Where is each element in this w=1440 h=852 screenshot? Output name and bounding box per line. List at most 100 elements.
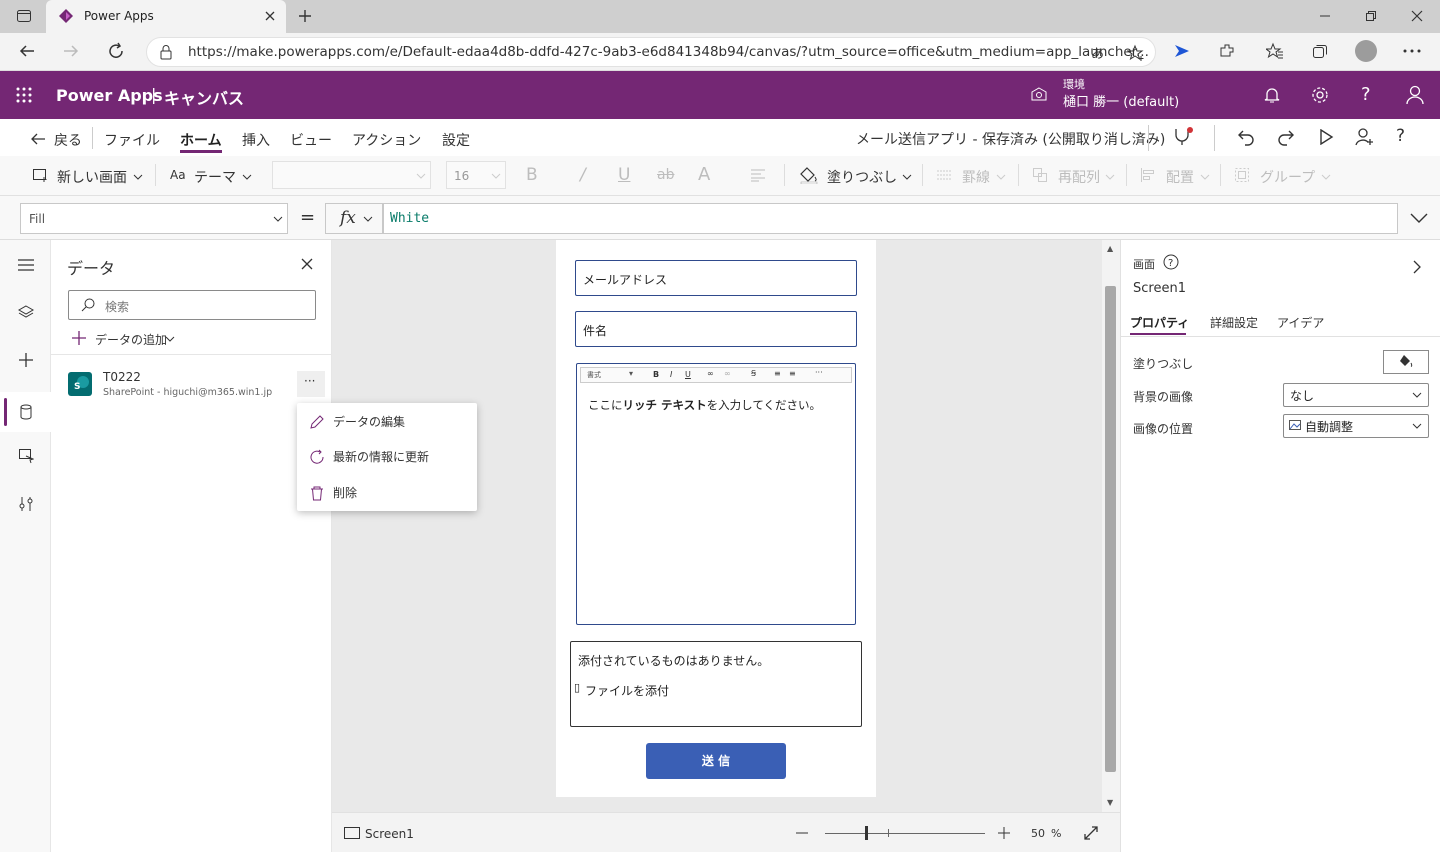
zoom-out-icon[interactable] [796,832,808,834]
notifications-icon[interactable] [1264,86,1280,104]
tab-advanced[interactable]: 詳細設定 [1210,314,1258,331]
undo-icon[interactable] [1237,128,1255,146]
browser-menu-icon[interactable] [1403,49,1421,53]
expand-formula-icon[interactable] [1410,213,1428,223]
attachment-control[interactable]: 添付されているものはありません。 ▯ ファイルを添付 [570,641,862,727]
read-aloud-icon[interactable]: あ [1091,43,1104,62]
app-checker-icon[interactable] [1172,126,1194,148]
cmd-help-icon[interactable]: ? [1396,126,1405,146]
send-button[interactable]: 送 信 [646,743,786,779]
menu-delete[interactable]: 削除 [309,484,357,501]
redo-icon[interactable] [1277,128,1295,146]
rte-underline-icon[interactable]: U [685,370,691,379]
back-icon[interactable] [18,42,36,60]
rte-clear-format-icon[interactable]: Ꞩ [751,369,756,378]
menu-settings[interactable]: 設定 [442,130,470,150]
font-color-icon[interactable]: A [698,164,710,185]
more-options-button[interactable]: ··· [297,371,325,397]
subject-input[interactable]: 件名 [575,311,857,347]
menu-action[interactable]: アクション [352,130,421,150]
rich-text-editor[interactable]: 書式 ▾ B I U ∞ ∞ Ꞩ ≡ ≡ ··· ここにリッチ テキストを入力し… [576,363,856,625]
rail-data-selected[interactable] [0,392,51,432]
back-button[interactable]: 戻る [54,130,82,150]
account-icon[interactable] [1406,85,1424,105]
minimize-icon[interactable] [1318,9,1332,23]
forward-icon[interactable] [62,42,80,60]
theme-button[interactable]: テーマ [194,167,236,187]
data-search-input[interactable]: 検索 [68,290,316,320]
close-window-icon[interactable] [1410,9,1424,23]
canvas-scrollbar[interactable]: ▲ ▼ [1102,240,1120,812]
preview-play-icon[interactable] [1318,129,1334,145]
tab-ideas[interactable]: アイデア [1277,314,1324,331]
help-circle-icon[interactable]: ? [1163,254,1179,270]
current-screen-name[interactable]: Screen1 [365,827,414,841]
menu-view[interactable]: ビュー [290,130,332,150]
app-launcher-icon[interactable] [16,87,32,103]
rte-bold-icon[interactable]: B [653,370,659,379]
url-field[interactable]: https://make.powerapps.com/e/Default-eda… [146,37,1156,67]
tab-actions-icon[interactable] [16,8,32,24]
favorites-icon[interactable] [1266,42,1284,60]
tree-view-layers-icon[interactable] [18,304,34,320]
app-screen[interactable]: メールアドレス 件名 書式 ▾ B I U ∞ ∞ Ꞩ ≡ ≡ ··· ここにリ… [556,240,876,797]
copilot-icon[interactable] [1172,42,1192,60]
font-family-dropdown[interactable] [272,161,431,189]
back-arrow-icon[interactable] [30,132,46,146]
advanced-tools-icon[interactable] [19,496,33,512]
fx-button[interactable]: fx [325,203,383,234]
attach-file-link[interactable]: ファイルを添付 [585,682,669,699]
rte-italic-icon[interactable]: I [670,370,672,379]
underline-icon[interactable]: U [618,165,630,185]
extensions-icon[interactable] [1218,42,1236,60]
insert-plus-icon[interactable] [18,352,34,368]
rte-format-dropdown[interactable]: 書式 [587,370,601,380]
group-button[interactable]: グループ [1260,167,1315,187]
new-tab-icon[interactable] [297,8,313,24]
close-panel-icon[interactable] [301,258,313,270]
add-data-button[interactable]: データの追加 [95,331,167,348]
zoom-slider-thumb[interactable] [865,826,868,840]
help-icon[interactable]: ? [1361,84,1371,105]
fill-button[interactable]: 塗りつぶし [827,167,897,187]
menu-insert[interactable]: 挿入 [242,130,270,150]
media-icon[interactable] [18,448,34,464]
menu-home[interactable]: ホーム [180,130,222,150]
collections-icon[interactable] [1311,42,1329,60]
refresh-icon[interactable] [107,42,125,60]
favorite-add-icon[interactable] [1127,44,1145,62]
fit-to-window-icon[interactable] [1084,826,1098,840]
collapse-panel-chevron-icon[interactable] [1413,260,1421,274]
formula-input[interactable]: White [383,203,1398,234]
rte-more-icon[interactable]: ··· [815,368,823,377]
new-screen-button[interactable]: 新しい画面 [57,167,127,187]
align-button[interactable]: 配置 [1166,167,1194,187]
border-button[interactable]: 罫線 [962,167,990,187]
fill-color-picker[interactable] [1383,350,1429,374]
email-input[interactable]: メールアドレス [575,260,857,296]
font-size-dropdown[interactable]: 16 [446,161,506,189]
data-source-item[interactable]: S T0222 SharePoint - higuchi@m365.win1.j… [51,362,332,408]
menu-file[interactable]: ファイル [104,130,160,150]
rte-link-icon[interactable]: ∞ [707,369,714,378]
italic-icon[interactable]: / [580,165,586,185]
bold-icon[interactable]: B [526,165,538,185]
browser-tab[interactable]: Power Apps [46,0,286,33]
scrollbar-thumb[interactable] [1105,286,1116,772]
text-align-icon[interactable] [750,168,766,182]
restore-icon[interactable] [1364,9,1378,23]
scroll-up-icon[interactable]: ▲ [1107,244,1113,253]
reorder-button[interactable]: 再配列 [1058,167,1100,187]
bg-image-dropdown[interactable]: なし [1283,383,1429,407]
tab-properties[interactable]: プロパティ [1130,314,1189,331]
menu-refresh[interactable]: 最新の情報に更新 [309,448,429,465]
strikethrough-icon[interactable]: ab [657,167,674,183]
share-user-icon[interactable] [1355,128,1375,146]
hamburger-icon[interactable] [18,259,34,271]
env-name[interactable]: 樋口 勝一 (default) [1063,91,1179,110]
profile-avatar[interactable] [1355,40,1377,62]
settings-gear-icon[interactable] [1311,86,1329,104]
rte-numbered-list-icon[interactable]: ≡ [774,369,781,378]
zoom-slider[interactable] [825,833,985,834]
image-position-dropdown[interactable]: 自動調整 [1283,414,1429,438]
